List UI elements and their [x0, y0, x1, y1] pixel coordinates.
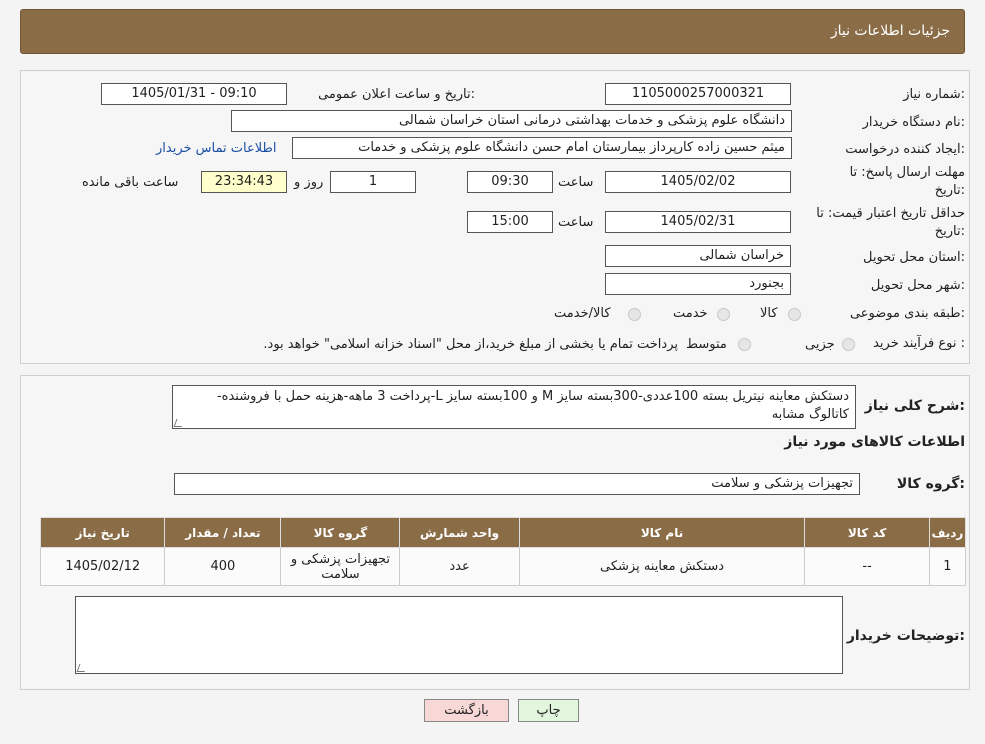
category-goods-service-radio[interactable]	[628, 308, 641, 321]
deadline-time-label: ساعت	[558, 175, 594, 190]
process-note: پرداخت تمام یا بخشی از مبلغ خرید،از محل …	[263, 337, 678, 352]
deadline-label-date: تاریخ:	[934, 183, 965, 198]
col-code-header: کد کالا	[804, 517, 930, 548]
col-name-header: نام کالا	[518, 517, 806, 548]
description-text: دستکش معاینه نیتریل بسته 100عددی-300بسته…	[216, 389, 849, 422]
buyer-org-field: دانشگاه علوم پزشکی و خدمات بهداشتی درمان…	[231, 110, 792, 132]
creator-field: میثم حسین زاده کارپرداز بیمارستان امام ح…	[292, 137, 792, 159]
col-unit-header: واحد شمارش	[399, 517, 520, 548]
goods-group-label: گروه کالا:	[896, 476, 965, 492]
city-label: شهر محل تحویل:	[870, 278, 965, 293]
validity-label-date: تاریخ:	[934, 224, 965, 239]
announce-label: تاریخ و ساعت اعلان عمومی:	[318, 87, 475, 102]
deadline-label: مهلت ارسال پاسخ: تا	[849, 165, 965, 180]
cell-code: --	[804, 547, 930, 586]
process-minor-radio[interactable]	[842, 338, 855, 351]
cell-group: تجهیزات پزشکی و سلامت	[280, 547, 401, 586]
category-goods-radio[interactable]	[788, 308, 801, 321]
buyer-notes-textarea[interactable]	[75, 596, 843, 674]
cell-row: 1	[928, 547, 967, 586]
validity-time-field: 15:00	[467, 211, 553, 233]
province-label: استان محل تحویل:	[863, 250, 965, 265]
remaining-time-field: 23:34:43	[201, 171, 287, 193]
validity-date-field: 1405/02/31	[605, 211, 791, 233]
cell-name: دستکش معاینه پزشکی	[518, 547, 806, 586]
buyer-org-label: نام دستگاه خریدار:	[862, 115, 965, 130]
back-button[interactable]: بازگشت	[424, 699, 509, 722]
category-label: طبقه بندی موضوعی:	[849, 306, 965, 321]
resize-grip-icon[interactable]	[173, 419, 185, 427]
province-field: خراسان شمالی	[605, 245, 791, 267]
category-service-label: خدمت	[673, 306, 708, 321]
page-header: جزئیات اطلاعات نیاز	[20, 9, 965, 54]
process-medium-label: متوسط	[686, 337, 727, 352]
goods-table: ردیف کد کالا نام کالا واحد شمارش گروه کا…	[39, 517, 967, 586]
table-row: 1 -- دستکش معاینه پزشکی عدد تجهیزات پزشک…	[39, 547, 967, 586]
category-goods-service-label: کالا/خدمت	[554, 306, 611, 321]
deadline-time-field: 09:30	[467, 171, 553, 193]
deadline-date-field: 1405/02/02	[605, 171, 791, 193]
validity-time-label: ساعت	[558, 215, 594, 230]
category-goods-label: کالا	[760, 306, 778, 321]
cell-date: 1405/02/12	[39, 547, 166, 586]
goods-group-field: تجهیزات پزشکی و سلامت	[174, 473, 860, 495]
validity-label: حداقل تاریخ اعتبار قیمت: تا	[816, 206, 965, 221]
goods-info-title: اطلاعات کالاهای مورد نیاز	[784, 434, 965, 450]
days-label: روز و	[294, 175, 324, 190]
col-row-header: ردیف	[928, 517, 967, 548]
need-number-label: شماره نیاز:	[903, 87, 965, 102]
need-number-field: 1105000257000321	[605, 83, 791, 105]
creator-label: ایجاد کننده درخواست:	[845, 142, 965, 157]
process-medium-radio[interactable]	[738, 338, 751, 351]
cell-unit: عدد	[399, 547, 520, 586]
description-label: شرح کلی نیاز:	[864, 398, 965, 414]
resize-grip-icon[interactable]	[76, 664, 88, 672]
goods-table-header: ردیف کد کالا نام کالا واحد شمارش گروه کا…	[39, 517, 967, 548]
process-label: نوع فرآیند خرید :	[873, 336, 965, 351]
buyer-contact-link[interactable]: اطلاعات تماس خریدار	[156, 141, 276, 156]
cell-qty: 400	[164, 547, 282, 586]
remaining-label: ساعت باقی مانده	[82, 175, 179, 190]
col-date-header: تاریخ نیاز	[39, 517, 166, 548]
city-field: بجنورد	[605, 273, 791, 295]
col-group-header: گروه کالا	[280, 517, 401, 548]
category-service-radio[interactable]	[717, 308, 730, 321]
announce-field: 1405/01/31 - 09:10	[101, 83, 287, 105]
page-title: جزئیات اطلاعات نیاز	[830, 23, 950, 39]
description-textarea[interactable]: دستکش معاینه نیتریل بسته 100عددی-300بسته…	[172, 385, 856, 429]
print-button[interactable]: چاپ	[518, 699, 579, 722]
days-field: 1	[330, 171, 416, 193]
buyer-notes-label: توضیحات خریدار:	[846, 628, 965, 644]
col-qty-header: تعداد / مقدار	[164, 517, 282, 548]
process-minor-label: جزیی	[805, 337, 835, 352]
